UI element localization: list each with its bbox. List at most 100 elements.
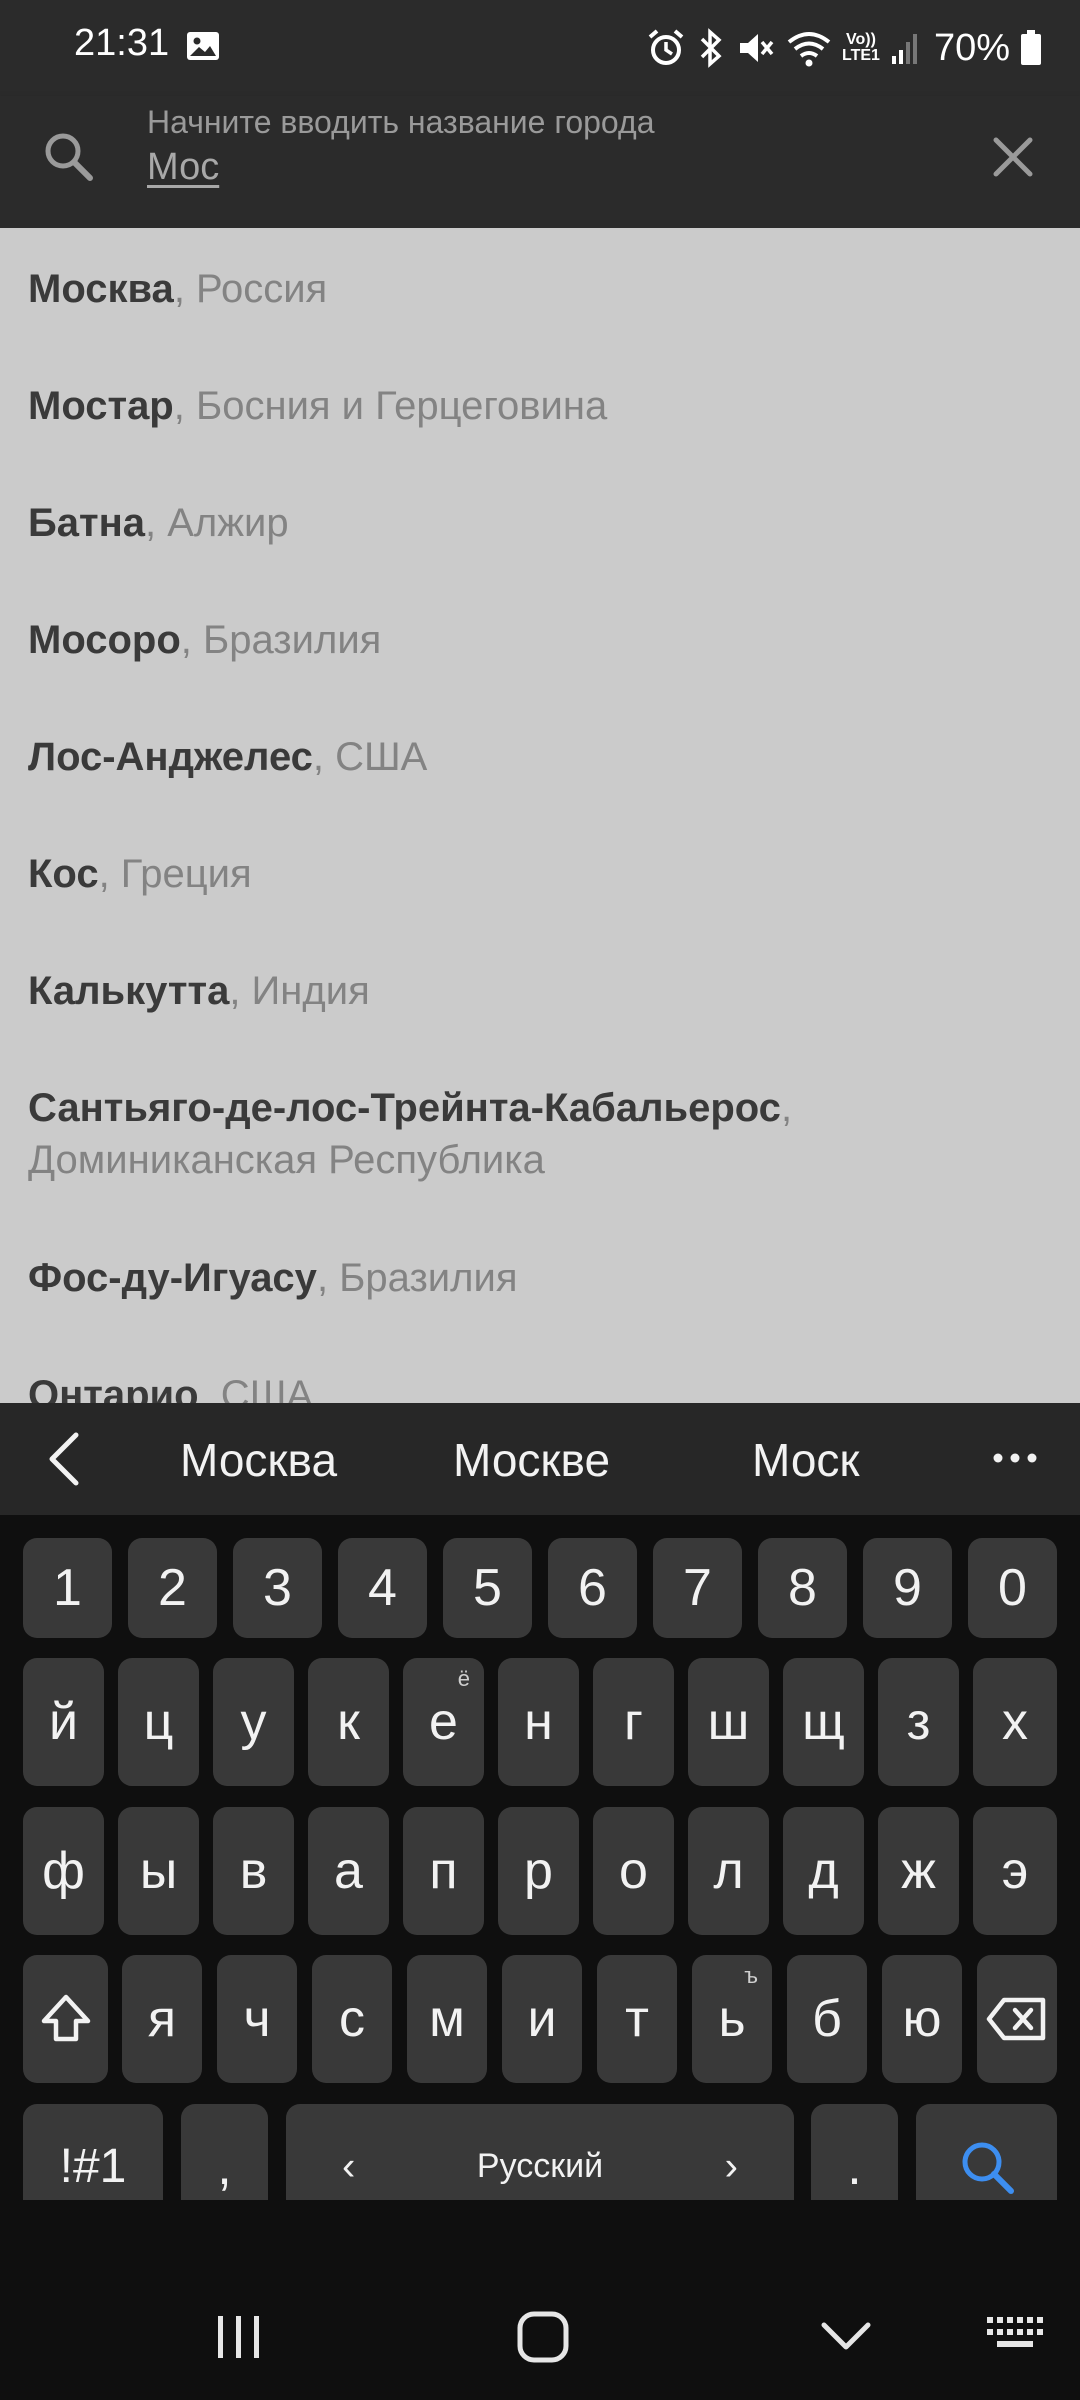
volte-label: Vo)) (846, 31, 876, 48)
key-м[interactable]: м (407, 1955, 487, 2083)
result-item[interactable]: Кос, Греция (28, 848, 1048, 900)
country-name: , Бразилия (316, 1256, 518, 1300)
key-ь[interactable]: ь ъ (692, 1955, 772, 2083)
search-icon (962, 2142, 1014, 2194)
shift-icon (41, 1994, 90, 2042)
lte-label: LTE1 (842, 47, 880, 64)
result-item[interactable]: Мостар, Босния и Герцеговина (28, 380, 1048, 432)
search-input[interactable]: Мос (147, 146, 219, 189)
suggestion-3[interactable]: Моск (752, 1433, 860, 1487)
suggestion-2[interactable]: Москве (453, 1433, 610, 1487)
key-и[interactable]: и (502, 1955, 582, 2083)
suggestion-1[interactable]: Москва (180, 1433, 337, 1487)
country-name: , Бразилия (180, 618, 382, 662)
result-item[interactable]: Москва, Россия (28, 263, 1048, 315)
search-placeholder: Начните вводить название города (147, 104, 655, 140)
key-а[interactable]: а (308, 1807, 389, 1935)
key-8[interactable]: 8 (758, 1538, 847, 1638)
status-time: 21:31 (74, 22, 170, 64)
more-icon[interactable] (990, 1443, 1040, 1473)
result-item[interactable]: Онтарио, США (28, 1369, 1048, 1403)
backspace-icon (986, 1997, 1046, 2041)
keyboard-icon[interactable] (985, 2315, 1045, 2351)
key-ф[interactable]: ф (23, 1807, 104, 1935)
bluetooth-icon (700, 28, 722, 68)
key-т[interactable]: т (597, 1955, 677, 2083)
key-е[interactable]: е ё (403, 1658, 484, 1786)
key-б[interactable]: б (787, 1955, 867, 2083)
key-р[interactable]: р (498, 1807, 579, 1935)
status-icons: Vo)) LTE1 70% (646, 18, 1042, 78)
key-9[interactable]: 9 (863, 1538, 952, 1638)
key-к[interactable]: к (308, 1658, 389, 1786)
city-name: Мосоро (28, 618, 181, 662)
suggestion-bar: Москва Москве Моск (0, 1403, 1080, 1515)
key-н[interactable]: н (498, 1658, 579, 1786)
chevron-down-icon[interactable] (818, 2317, 874, 2357)
key-й[interactable]: й (23, 1658, 104, 1786)
result-item[interactable]: Сантьяго-де-лос-Трейнта-Кабальерос, Доми… (28, 1082, 1048, 1186)
country-name: , Босния и Герцеговина (173, 384, 608, 428)
backspace-key[interactable] (977, 1955, 1057, 2083)
result-item[interactable]: Батна, Алжир (28, 497, 1048, 549)
city-name: Москва (28, 267, 174, 311)
key-ы[interactable]: ы (118, 1807, 199, 1935)
key-ь-hint: ъ (744, 1963, 758, 1988)
key-е-hint: ё (457, 1666, 470, 1691)
navigation-bar (0, 2200, 1080, 2400)
key-х[interactable]: х (973, 1658, 1057, 1786)
city-name: Кос (28, 852, 99, 896)
chevron-left-icon[interactable] (44, 1431, 84, 1487)
key-7[interactable]: 7 (653, 1538, 742, 1638)
key-ж[interactable]: ж (878, 1807, 959, 1935)
key-ю[interactable]: ю (882, 1955, 962, 2083)
shift-key[interactable] (23, 1955, 108, 2083)
key-6[interactable]: 6 (548, 1538, 637, 1638)
signal-icon (891, 34, 917, 64)
status-bar: 21:31 Vo)) LTE1 70% (0, 0, 1080, 96)
result-item[interactable]: Фос-ду-Игуасу, Бразилия (28, 1252, 1048, 1304)
city-name: Лос-Анджелес (28, 735, 313, 779)
home-icon[interactable] (515, 2309, 571, 2365)
key-о[interactable]: о (593, 1807, 674, 1935)
key-з[interactable]: з (878, 1658, 959, 1786)
key-ч[interactable]: ч (217, 1955, 297, 2083)
country-name: , Алжир (145, 501, 289, 545)
wifi-icon (787, 32, 831, 67)
key-2[interactable]: 2 (128, 1538, 217, 1638)
key-ш[interactable]: ш (688, 1658, 769, 1786)
result-item[interactable]: Мосоро, Бразилия (28, 614, 1048, 666)
battery-icon (1021, 30, 1041, 65)
key-я[interactable]: я (122, 1955, 202, 2083)
key-ц[interactable]: ц (118, 1658, 199, 1786)
result-item[interactable]: Калькутта, Индия (28, 965, 1048, 1017)
key-щ[interactable]: щ (783, 1658, 864, 1786)
country-name: , Россия (173, 267, 328, 311)
search-icon (45, 133, 93, 181)
key-д[interactable]: д (783, 1807, 864, 1935)
alarm-icon (648, 29, 684, 65)
key-0[interactable]: 0 (968, 1538, 1057, 1638)
city-name: Калькутта (28, 969, 230, 1013)
key-3[interactable]: 3 (233, 1538, 322, 1638)
key-5[interactable]: 5 (443, 1538, 532, 1638)
city-name: Батна (28, 501, 145, 545)
key-1[interactable]: 1 (23, 1538, 112, 1638)
key-у[interactable]: у (213, 1658, 294, 1786)
country-name: , США (198, 1373, 314, 1403)
city-name: Онтарио (28, 1373, 199, 1403)
key-4[interactable]: 4 (338, 1538, 427, 1638)
key-п[interactable]: п (403, 1807, 484, 1935)
language-label: Русский (476, 2147, 604, 2185)
key-в[interactable]: в (213, 1807, 294, 1935)
key-э[interactable]: э (973, 1807, 1057, 1935)
key-с[interactable]: с (312, 1955, 392, 2083)
search-header: Начните вводить название города Мос (0, 96, 1080, 228)
key-г[interactable]: г (593, 1658, 674, 1786)
close-icon[interactable] (988, 132, 1038, 182)
key-л[interactable]: л (688, 1807, 769, 1935)
chevron-left-icon: ‹ (342, 2144, 356, 2188)
city-name: Мостар (28, 384, 174, 428)
recent-apps-icon[interactable] (214, 2312, 264, 2362)
result-item[interactable]: Лос-Анджелес, США (28, 731, 1048, 783)
